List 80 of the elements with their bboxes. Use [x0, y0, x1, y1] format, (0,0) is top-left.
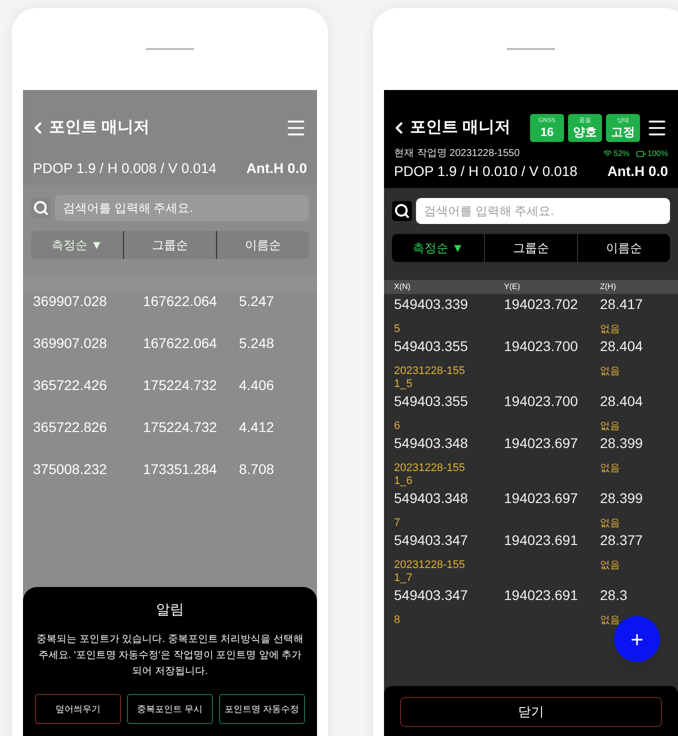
x-coordinate: 365722.826: [33, 418, 108, 437]
z-coordinate: 5.248: [239, 334, 276, 353]
screen-title: 포인트 매니저: [49, 118, 150, 138]
x-coordinate: 549403.355: [394, 392, 469, 411]
point-status: 없음: [600, 559, 621, 573]
y-coordinate: 194023.697: [504, 434, 579, 453]
x-coordinate: 549403.348: [394, 434, 469, 453]
z-coordinate: 28.404: [600, 337, 644, 356]
y-coordinate: 194023.691: [504, 586, 579, 605]
x-coordinate: 369907.028: [33, 292, 108, 311]
z-coordinate: 28.404: [600, 392, 644, 411]
antenna-height: Ant.H 0.0: [607, 162, 668, 181]
signal-icon: [602, 149, 612, 158]
point-status: 없음: [600, 462, 621, 476]
z-coordinate: 28.399: [600, 489, 644, 508]
point-name: 6: [394, 420, 402, 433]
z-coordinate: 8.708: [239, 460, 276, 479]
search-field[interactable]: 검색어를 입력해 주세요.: [55, 195, 309, 221]
point-name: 20231228-1551_7: [394, 559, 466, 585]
x-coordinate: 549403.347: [394, 531, 469, 550]
dialog-button[interactable]: 포인트명 자동수정: [219, 694, 305, 724]
y-coordinate: 175224.732: [143, 418, 218, 437]
y-coordinate: 173351.284: [143, 460, 218, 479]
y-coordinate: 194023.697: [504, 489, 579, 508]
z-coordinate: 5.247: [239, 292, 276, 311]
y-coordinate: 194023.700: [504, 337, 579, 356]
dialog-button[interactable]: 덮어씌우기: [35, 694, 121, 724]
z-coordinate: 28.399: [600, 434, 644, 453]
z-coordinate: 28.377: [600, 531, 644, 550]
pdop-reading: PDOP 1.9 / H 0.010 / V 0.018: [394, 162, 578, 181]
dialog-message: 중복되는 포인트가 있습니다. 중복포인트 처리방식을 선택해 주세요. '포인트명 자동수정'은 작업명이 포인트명 앞에 추가되어 저장됩니다.: [36, 633, 304, 679]
column-header: Z(H): [600, 281, 617, 293]
y-coordinate: 167622.064: [143, 334, 218, 353]
drag-handle: [146, 48, 194, 50]
z-coordinate: 4.412: [239, 418, 276, 437]
job-name: 현재 작업명 20231228-1550: [394, 147, 520, 161]
column-header: Y(E): [504, 281, 521, 293]
x-coordinate: 549403.347: [394, 586, 469, 605]
point-name: 8: [394, 614, 402, 627]
y-coordinate: 194023.691: [504, 531, 579, 550]
pdop-reading: PDOP 1.9 / H 0.008 / V 0.014: [33, 159, 216, 178]
point-status: 없음: [600, 517, 621, 530]
x-coordinate: 549403.348: [394, 489, 469, 508]
dialog-button[interactable]: 중복포인트 무시: [127, 694, 213, 724]
point-status: 없음: [600, 420, 621, 433]
battery-icon: [636, 148, 646, 158]
point-status: 없음: [600, 365, 621, 379]
antenna-height: Ant.H 0.0: [246, 159, 307, 178]
y-coordinate: 194023.700: [504, 392, 579, 411]
drag-handle: [507, 48, 555, 50]
x-coordinate: 549403.339: [394, 295, 469, 314]
x-coordinate: 549403.355: [394, 337, 469, 356]
point-name: 7: [394, 517, 402, 530]
point-status: 없음: [600, 323, 621, 336]
sort-tab[interactable]: 이름순: [577, 234, 670, 262]
point-name: 5: [394, 323, 402, 336]
search-field[interactable]: 검색어를 입력해 주세요.: [416, 198, 670, 224]
point-name: 20231228-1551_5: [394, 365, 466, 391]
x-coordinate: 375008.232: [33, 460, 108, 479]
sort-tab[interactable]: 측정순 ▼: [31, 231, 123, 259]
sort-tab[interactable]: 이름순: [216, 231, 309, 259]
dialog-title: 알림: [156, 600, 184, 619]
z-coordinate: 28.3: [600, 586, 628, 605]
z-coordinate: 28.417: [600, 295, 644, 314]
search-icon[interactable]: [392, 201, 412, 221]
y-coordinate: 194023.702: [504, 295, 579, 314]
x-coordinate: 369907.028: [33, 334, 108, 353]
close-button[interactable]: 닫기: [400, 697, 662, 727]
signal-percent: 52%: [614, 148, 630, 160]
battery-percent: 100%: [648, 148, 668, 160]
sort-tab[interactable]: 그룹순: [123, 231, 216, 259]
z-coordinate: 4.406: [239, 376, 276, 395]
y-coordinate: 167622.064: [143, 292, 218, 311]
y-coordinate: 175224.732: [143, 376, 218, 395]
sort-tab[interactable]: 그룹순: [484, 234, 577, 262]
sort-tab[interactable]: 측정순 ▼: [392, 234, 484, 262]
screen-title: 포인트 매니저: [410, 118, 510, 138]
column-header: X(N): [394, 281, 412, 293]
x-coordinate: 365722.426: [33, 376, 108, 395]
point-name: 20231228-1551_6: [394, 462, 466, 488]
